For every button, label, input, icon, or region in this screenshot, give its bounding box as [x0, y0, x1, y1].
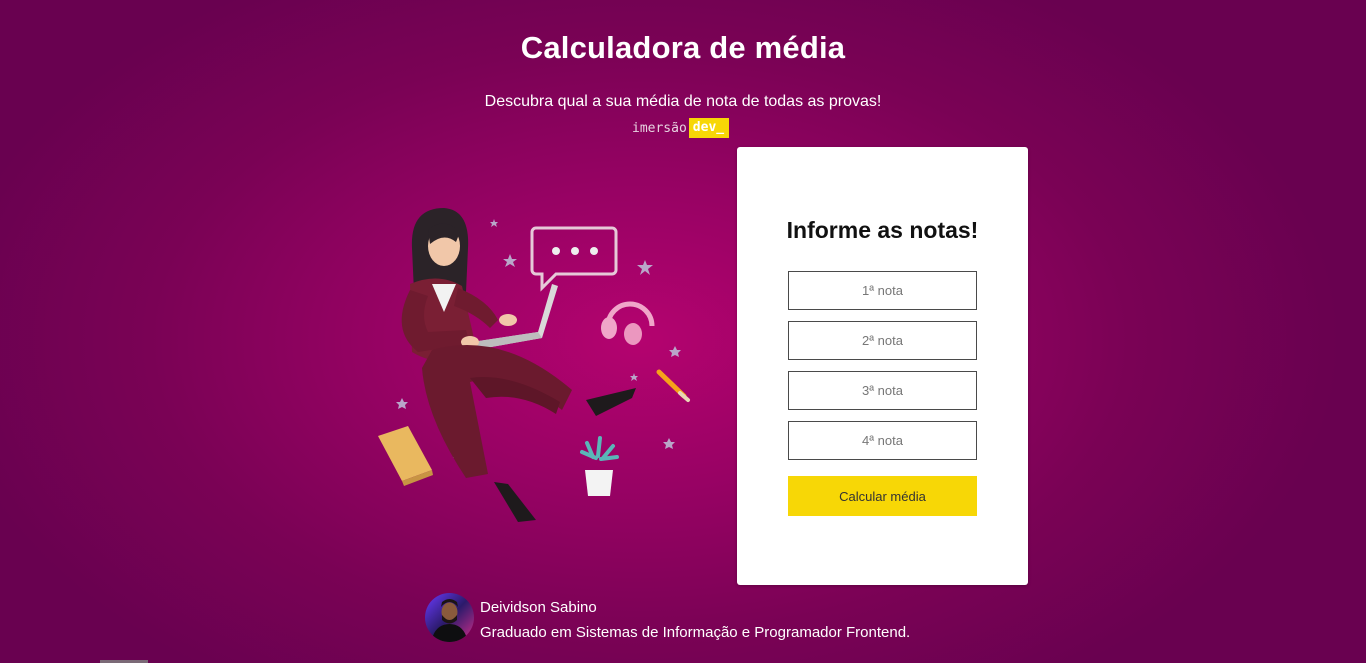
author-bio: Graduado em Sistemas de Informação e Pro…: [480, 624, 911, 641]
grade-input-1[interactable]: [788, 271, 977, 310]
star-icon: [503, 254, 517, 267]
laptop-woman-illustration: [378, 208, 690, 522]
page-subtitle: Descubra qual a sua média de nota de tod…: [484, 93, 882, 110]
author-name: Deividson Sabino: [480, 599, 597, 616]
star-icon: [630, 373, 638, 381]
grades-form-card: Informe as notas! Calcular média: [737, 147, 1028, 585]
brand-logo: imersão dev_: [632, 118, 730, 138]
brand-badge: dev_: [688, 118, 730, 138]
plant-icon: [580, 436, 619, 496]
brand-word: imersão: [632, 120, 687, 136]
grade-input-3[interactable]: [788, 371, 977, 410]
book-icon: [378, 426, 433, 486]
star-icon: [669, 346, 681, 357]
speech-bubble-icon: [530, 226, 618, 292]
star-icon: [637, 260, 653, 275]
avatar: [425, 593, 474, 642]
pencil-icon: [656, 369, 690, 402]
star-icon: [396, 398, 408, 409]
headphones-icon: [601, 301, 655, 345]
grade-input-4[interactable]: [788, 421, 977, 460]
grade-input-2[interactable]: [788, 321, 977, 360]
calculate-average-button[interactable]: Calcular média: [788, 476, 977, 516]
star-icon: [663, 438, 675, 449]
form-title: Informe as notas!: [786, 217, 979, 243]
page-title: Calculadora de média: [520, 30, 846, 65]
star-icon: [490, 219, 498, 227]
